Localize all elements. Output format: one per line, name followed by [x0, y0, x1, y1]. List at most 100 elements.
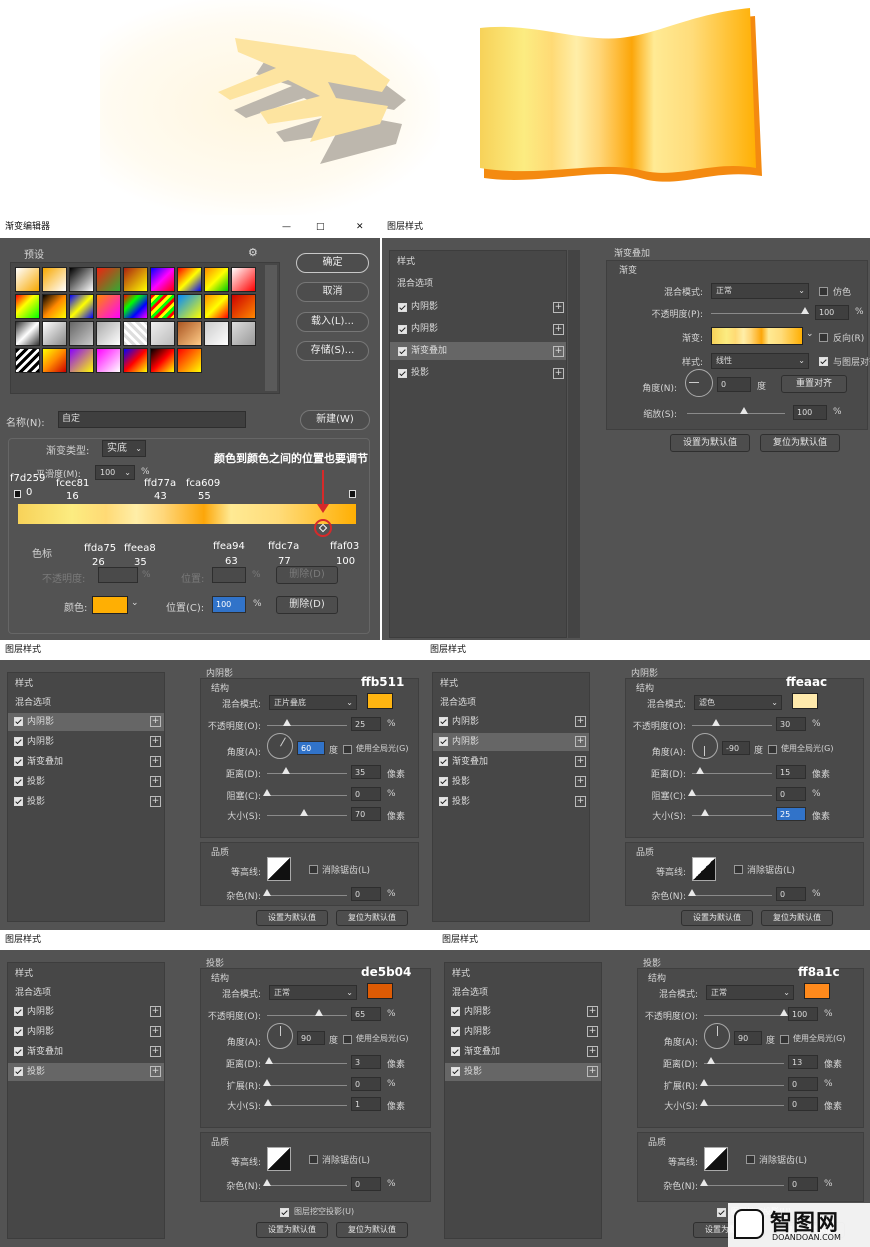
ds1-spread-slider[interactable]	[267, 1085, 347, 1086]
sidebar-drop-shadow-1[interactable]: 投影	[457, 1063, 577, 1081]
ds1-global-light-checkbox[interactable]	[343, 1035, 352, 1044]
preset-swatch[interactable]	[69, 321, 94, 346]
is2-choke-thumb[interactable]	[688, 789, 696, 796]
add-gradient-overlay-icon[interactable]: +	[150, 1046, 161, 1057]
sidebar-inner-shadow-2[interactable]: 内阴影	[20, 733, 140, 751]
is1-angle-field[interactable]: 60	[297, 741, 325, 755]
is2-opacity-thumb[interactable]	[712, 719, 720, 726]
add-inner-shadow-1-icon[interactable]: +	[587, 1006, 598, 1017]
sidebar-blend-options[interactable]: 混合选项	[445, 984, 601, 1002]
is1-blend-select[interactable]: 正片叠底 ⌄	[269, 695, 357, 710]
gear-icon[interactable]: ⚙	[248, 246, 258, 259]
is2-color-swatch[interactable]	[792, 693, 818, 709]
preset-swatch[interactable]	[96, 294, 121, 319]
sidebar-drop-shadow-1[interactable]: 投影	[20, 1063, 140, 1081]
add-inner-shadow-1-icon[interactable]: +	[150, 1006, 161, 1017]
is2-noise-slider[interactable]	[692, 895, 772, 896]
sidebar-drop-shadow-1[interactable]: 投影	[20, 773, 140, 791]
ds1-size-field[interactable]: 1	[351, 1097, 381, 1111]
go-angle-field[interactable]: 0	[717, 377, 751, 392]
is2-choke-field[interactable]: 0	[776, 787, 806, 801]
go-reset-align-button[interactable]: 重置对齐	[781, 375, 847, 393]
ds2-size-field[interactable]: 0	[788, 1097, 818, 1111]
ds2-spread-thumb[interactable]	[700, 1079, 708, 1086]
sidebar-styles[interactable]: 样式	[8, 675, 164, 693]
is2-noise-thumb[interactable]	[688, 889, 696, 896]
is2-distance-field[interactable]: 15	[776, 765, 806, 779]
ds1-angle-dial[interactable]	[267, 1023, 293, 1049]
sidebar-inner-shadow-1[interactable]: 内阴影	[445, 713, 565, 731]
is1-distance-field[interactable]: 35	[351, 765, 381, 779]
ds2-antialias-checkbox[interactable]	[746, 1155, 755, 1164]
is2-angle-dial[interactable]	[692, 733, 718, 759]
is1-distance-thumb[interactable]	[281, 767, 290, 774]
ds1-noise-thumb[interactable]	[263, 1179, 271, 1186]
ds2-opacity-slider[interactable]	[704, 1015, 784, 1016]
maximize-icon[interactable]: □	[316, 216, 325, 238]
preset-swatch[interactable]	[231, 321, 256, 346]
is1-distance-slider[interactable]	[267, 773, 347, 774]
is2-reset-default-button[interactable]: 复位为默认值	[761, 910, 833, 926]
preset-swatch[interactable]	[69, 294, 94, 319]
opacity-stop-right[interactable]	[349, 490, 356, 498]
go-scale-thumb[interactable]	[740, 407, 748, 414]
ds2-angle-dial[interactable]	[704, 1023, 730, 1049]
sidebar-drop-shadow-2[interactable]: 投影	[20, 793, 140, 811]
is2-global-light-checkbox[interactable]	[768, 745, 777, 754]
preset-swatch[interactable]	[150, 348, 175, 373]
new-button[interactable]: 新建(W)	[300, 410, 370, 430]
ds1-opacity-slider[interactable]	[267, 1015, 347, 1016]
add-inner-shadow-2-icon[interactable]: +	[575, 736, 586, 747]
close-icon[interactable]: ✕	[356, 216, 364, 238]
ds1-noise-field[interactable]: 0	[351, 1177, 381, 1191]
preset-swatch[interactable]	[204, 267, 229, 292]
sidebar-inner-shadow-2[interactable]: 内阴影	[457, 1023, 577, 1041]
is2-size-thumb[interactable]	[701, 809, 710, 816]
preset-swatch[interactable]	[96, 267, 121, 292]
preset-swatch[interactable]	[231, 294, 256, 319]
add-drop-shadow-1-icon[interactable]: +	[587, 1066, 598, 1077]
ds1-reset-default-button[interactable]: 复位为默认值	[336, 1222, 408, 1238]
is2-opacity-field[interactable]: 30	[776, 717, 806, 731]
add-gradient-overlay-icon[interactable]: +	[587, 1046, 598, 1057]
is1-set-default-button[interactable]: 设置为默认值	[256, 910, 328, 926]
is1-reset-default-button[interactable]: 复位为默认值	[336, 910, 408, 926]
go-style-select[interactable]: 线性 ⌄	[711, 353, 809, 369]
preset-swatch[interactable]	[42, 348, 67, 373]
gradient-type-select[interactable]: 实底 ⌄	[102, 440, 146, 457]
ds1-noise-slider[interactable]	[267, 1185, 347, 1186]
is2-antialias-checkbox[interactable]	[734, 865, 743, 874]
ds1-spread-thumb[interactable]	[263, 1079, 271, 1086]
sidebar-gradient-overlay[interactable]: 渐变叠加	[20, 1043, 140, 1061]
chevron-down-icon[interactable]: ⌄	[131, 598, 139, 608]
is2-opacity-slider[interactable]	[692, 725, 772, 726]
is2-blend-select[interactable]: 滤色 ⌄	[694, 695, 782, 710]
sidebar-inner-shadow-1[interactable]: 内阴影	[404, 298, 544, 316]
is2-distance-slider[interactable]	[692, 773, 772, 774]
preset-swatch[interactable]	[96, 348, 121, 373]
sidebar-drop-shadow-1[interactable]: 投影	[445, 773, 565, 791]
preset-swatch[interactable]	[177, 294, 202, 319]
is1-angle-dial[interactable]	[267, 733, 293, 759]
ds1-opacity-field[interactable]: 65	[351, 1007, 381, 1021]
load-button[interactable]: 载入(L)...	[296, 312, 369, 332]
is1-antialias-checkbox[interactable]	[309, 865, 318, 874]
go-opacity-thumb[interactable]	[801, 307, 809, 314]
is2-choke-slider[interactable]	[692, 795, 772, 796]
sidebar-gradient-overlay[interactable]: 渐变叠加	[445, 753, 565, 771]
add-inner-shadow-2-icon[interactable]: +	[553, 324, 564, 335]
ds1-blend-select[interactable]: 正常 ⌄	[269, 985, 357, 1000]
ds2-noise-field[interactable]: 0	[788, 1177, 818, 1191]
ds2-knockout-checkbox[interactable]	[717, 1208, 726, 1217]
add-drop-shadow-2-icon[interactable]: +	[150, 796, 161, 807]
ds1-spread-field[interactable]: 0	[351, 1077, 381, 1091]
add-drop-shadow-icon[interactable]: +	[553, 368, 564, 379]
ds1-opacity-thumb[interactable]	[315, 1009, 323, 1016]
ds2-spread-field[interactable]: 0	[788, 1077, 818, 1091]
sidebar-drop-shadow[interactable]: 投影	[404, 364, 544, 382]
gradient-bar[interactable]	[18, 504, 356, 524]
add-inner-shadow-2-icon[interactable]: +	[150, 1026, 161, 1037]
is1-size-field[interactable]: 70	[351, 807, 381, 821]
ds2-contour-preview[interactable]	[704, 1147, 728, 1171]
is1-color-swatch[interactable]	[367, 693, 393, 709]
